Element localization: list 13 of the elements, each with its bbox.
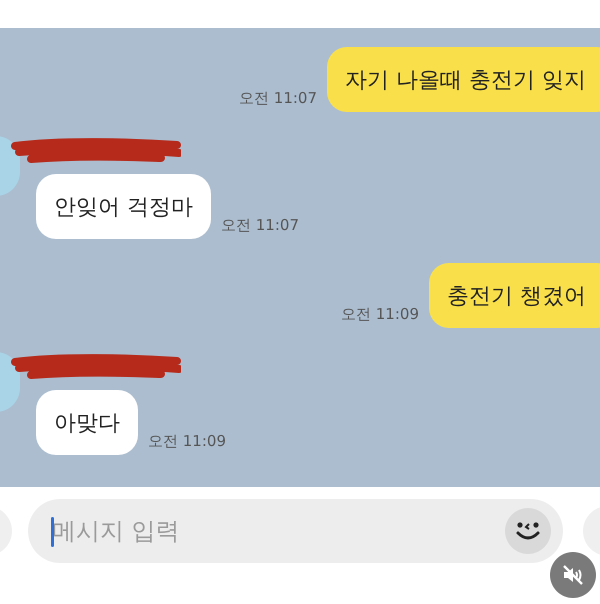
smiley-icon <box>515 520 541 542</box>
message-time: 오전 11:07 <box>239 89 318 108</box>
muted-speaker-icon <box>561 563 585 587</box>
message-bubble: 자기 나올때 충전기 잊지 <box>327 47 600 112</box>
message-input-field[interactable]: 메시지 입력 <box>28 498 563 562</box>
message-bubble: 안잊어 걱정마 <box>36 174 211 239</box>
message-bubble: 아맞다 <box>36 390 138 455</box>
message-time: 오전 11:09 <box>148 432 226 451</box>
text-cursor <box>51 516 54 546</box>
mute-button[interactable] <box>550 552 596 598</box>
message-bubble: 충전기 챙겼어 <box>429 263 600 328</box>
message-time: 오전 11:07 <box>221 216 299 235</box>
message-time: 오전 11:09 <box>341 305 419 324</box>
